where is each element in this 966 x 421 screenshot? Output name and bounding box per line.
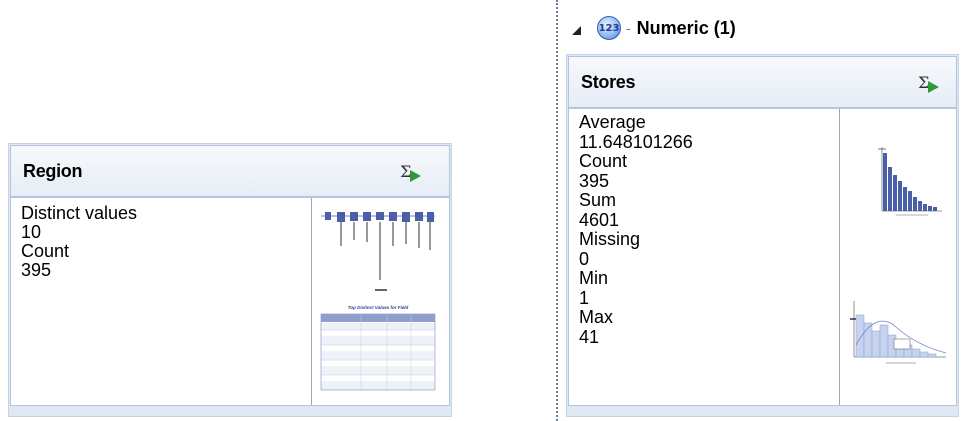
stat-value: 41 — [579, 326, 600, 347]
dropdown-dash-icon: - — [626, 20, 631, 36]
histogram-thumbnail-icon[interactable] — [846, 295, 950, 367]
statistics-sigma-icon[interactable]: Σ — [915, 69, 943, 97]
card-title: Stores — [581, 72, 636, 92]
section-label: Numeric (1) — [636, 17, 736, 38]
vertical-divider — [839, 109, 840, 405]
table-thumbnail-icon[interactable]: Top Distinct Values for Field — [317, 300, 439, 396]
expanded-triangle-icon[interactable] — [572, 25, 581, 35]
card-title: Region — [23, 161, 83, 181]
stores-card-body: Average 11.648101266 Count 395 Sum 4601 … — [568, 108, 957, 406]
stats-list: Distinct values 10 Count 395 — [21, 204, 137, 280]
stats-list: Average 11.648101266 Count 395 Sum 4601 … — [579, 112, 693, 347]
numeric-section-header[interactable]: 123 - Numeric (1) — [572, 14, 736, 42]
stat-value: 1 — [579, 287, 590, 308]
stat-label: Min — [579, 268, 609, 288]
region-card: Region Σ Distinct values 10 Count 395 To… — [8, 143, 452, 417]
stat-value: 395 — [21, 260, 52, 280]
region-card-header: Region Σ — [10, 145, 450, 197]
table-thumbnail-title: Top Distinct Values for Field — [348, 305, 409, 310]
vertical-divider — [311, 198, 312, 405]
svg-text:Σ: Σ — [918, 73, 929, 92]
stat-label: Count — [579, 151, 628, 171]
stat-value: 4601 — [579, 209, 620, 230]
svg-text:Σ: Σ — [400, 162, 411, 181]
frequency-bar-thumbnail-icon[interactable] — [846, 145, 950, 219]
stat-label: Average — [579, 112, 646, 132]
tree-guide-line — [556, 0, 558, 421]
stores-card: Stores Σ Average 11.648101266 Count 395 … — [566, 54, 959, 417]
stat-label: Distinct values — [21, 203, 138, 223]
stat-value: 0 — [579, 248, 590, 269]
bar-chart-thumbnail-icon[interactable] — [317, 206, 439, 292]
numeric-123-icon: 123 — [597, 16, 621, 40]
stat-label: Count — [21, 241, 70, 261]
statistics-sigma-icon[interactable]: Σ — [397, 158, 425, 186]
stat-label: Sum — [579, 190, 617, 210]
stat-value: 395 — [579, 170, 610, 191]
stat-label: Missing — [579, 229, 641, 249]
stat-label: Max — [579, 307, 614, 327]
stores-card-header: Stores Σ — [568, 56, 957, 108]
stat-value: 11.648101266 — [579, 131, 693, 152]
region-card-body: Distinct values 10 Count 395 Top Distinc… — [10, 197, 450, 406]
stat-value: 10 — [21, 222, 42, 242]
